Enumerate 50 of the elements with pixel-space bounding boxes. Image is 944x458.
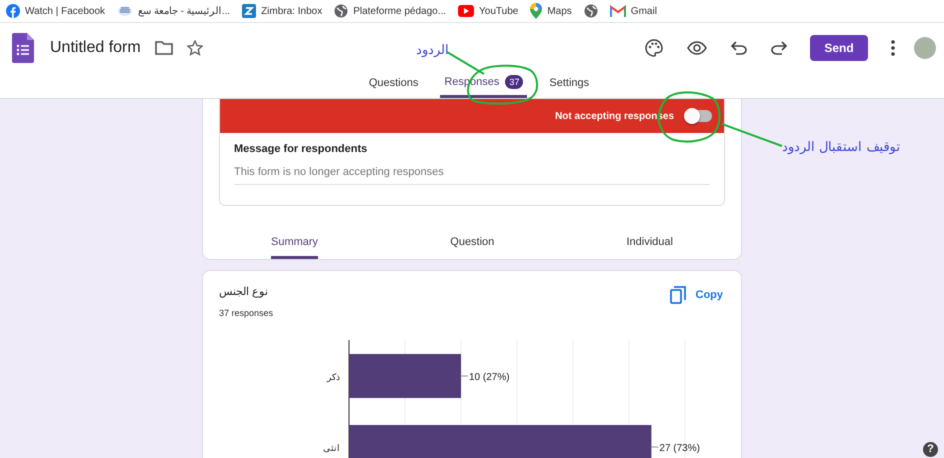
handwritten-note: الردود — [416, 42, 449, 58]
folder-icon[interactable] — [154, 41, 173, 55]
zimbra-icon — [242, 4, 256, 18]
bookmark[interactable]: الرئيسية - جامعة سع... — [117, 4, 230, 18]
leader-line — [446, 51, 485, 75]
help-button[interactable]: ? — [923, 442, 938, 457]
map-pin-icon — [530, 3, 542, 19]
view-tab[interactable]: Summary — [271, 236, 318, 259]
message-label: Message for respondents — [234, 143, 368, 155]
tab-label: Questions — [368, 77, 418, 89]
view-tab[interactable]: Question — [450, 236, 494, 259]
gmail-icon — [610, 5, 626, 17]
forms-logo-icon — [12, 33, 34, 63]
bookmark[interactable] — [584, 4, 598, 18]
value-label: 27 (73%) — [659, 443, 700, 454]
bookmark[interactable]: YouTube — [458, 5, 518, 17]
youtube-icon — [458, 5, 474, 17]
tab-label: Settings — [549, 77, 590, 89]
handwritten-note: توقيف استقبال الردود — [782, 139, 900, 155]
response-count: 37 responses — [219, 308, 274, 318]
bookmark[interactable]: Zimbra: Inbox — [242, 4, 322, 18]
send-button[interactable]: Send — [810, 35, 868, 61]
form-tab[interactable]: Settings — [545, 77, 594, 98]
question-title: نوع الجنس — [219, 285, 270, 298]
globe-icon — [334, 4, 348, 18]
bookmark[interactable]: Gmail — [610, 5, 657, 17]
copy-icon — [670, 286, 686, 304]
form-tab[interactable]: Questions — [364, 77, 422, 98]
bookmark[interactable]: Watch | Facebook — [6, 4, 106, 18]
globe-icon — [584, 4, 598, 18]
bookmark[interactable]: Plateforme pédago... — [334, 4, 446, 18]
redo-icon[interactable] — [771, 41, 787, 55]
emblem-icon — [117, 4, 134, 18]
more-options-icon[interactable] — [891, 40, 895, 56]
facebook-icon — [6, 4, 20, 18]
accepting-responses-toggle[interactable] — [686, 110, 712, 122]
value-label: 10 (27%) — [469, 372, 510, 383]
copy-button[interactable]: Copy — [670, 285, 723, 305]
preview-eye-icon[interactable] — [687, 41, 707, 55]
undo-icon[interactable] — [731, 41, 747, 55]
category-label: انثى — [323, 443, 340, 453]
star-icon[interactable] — [186, 40, 203, 56]
bookmark[interactable]: Maps — [530, 3, 572, 19]
category-label: ذكر — [327, 372, 340, 382]
leader-line — [722, 123, 782, 147]
leader-line — [650, 446, 659, 448]
palette-icon[interactable] — [645, 39, 663, 57]
response-count-badge: 37 — [505, 75, 524, 89]
form-title[interactable]: Untitled form — [50, 39, 141, 57]
view-tab[interactable]: Individual — [626, 236, 673, 259]
